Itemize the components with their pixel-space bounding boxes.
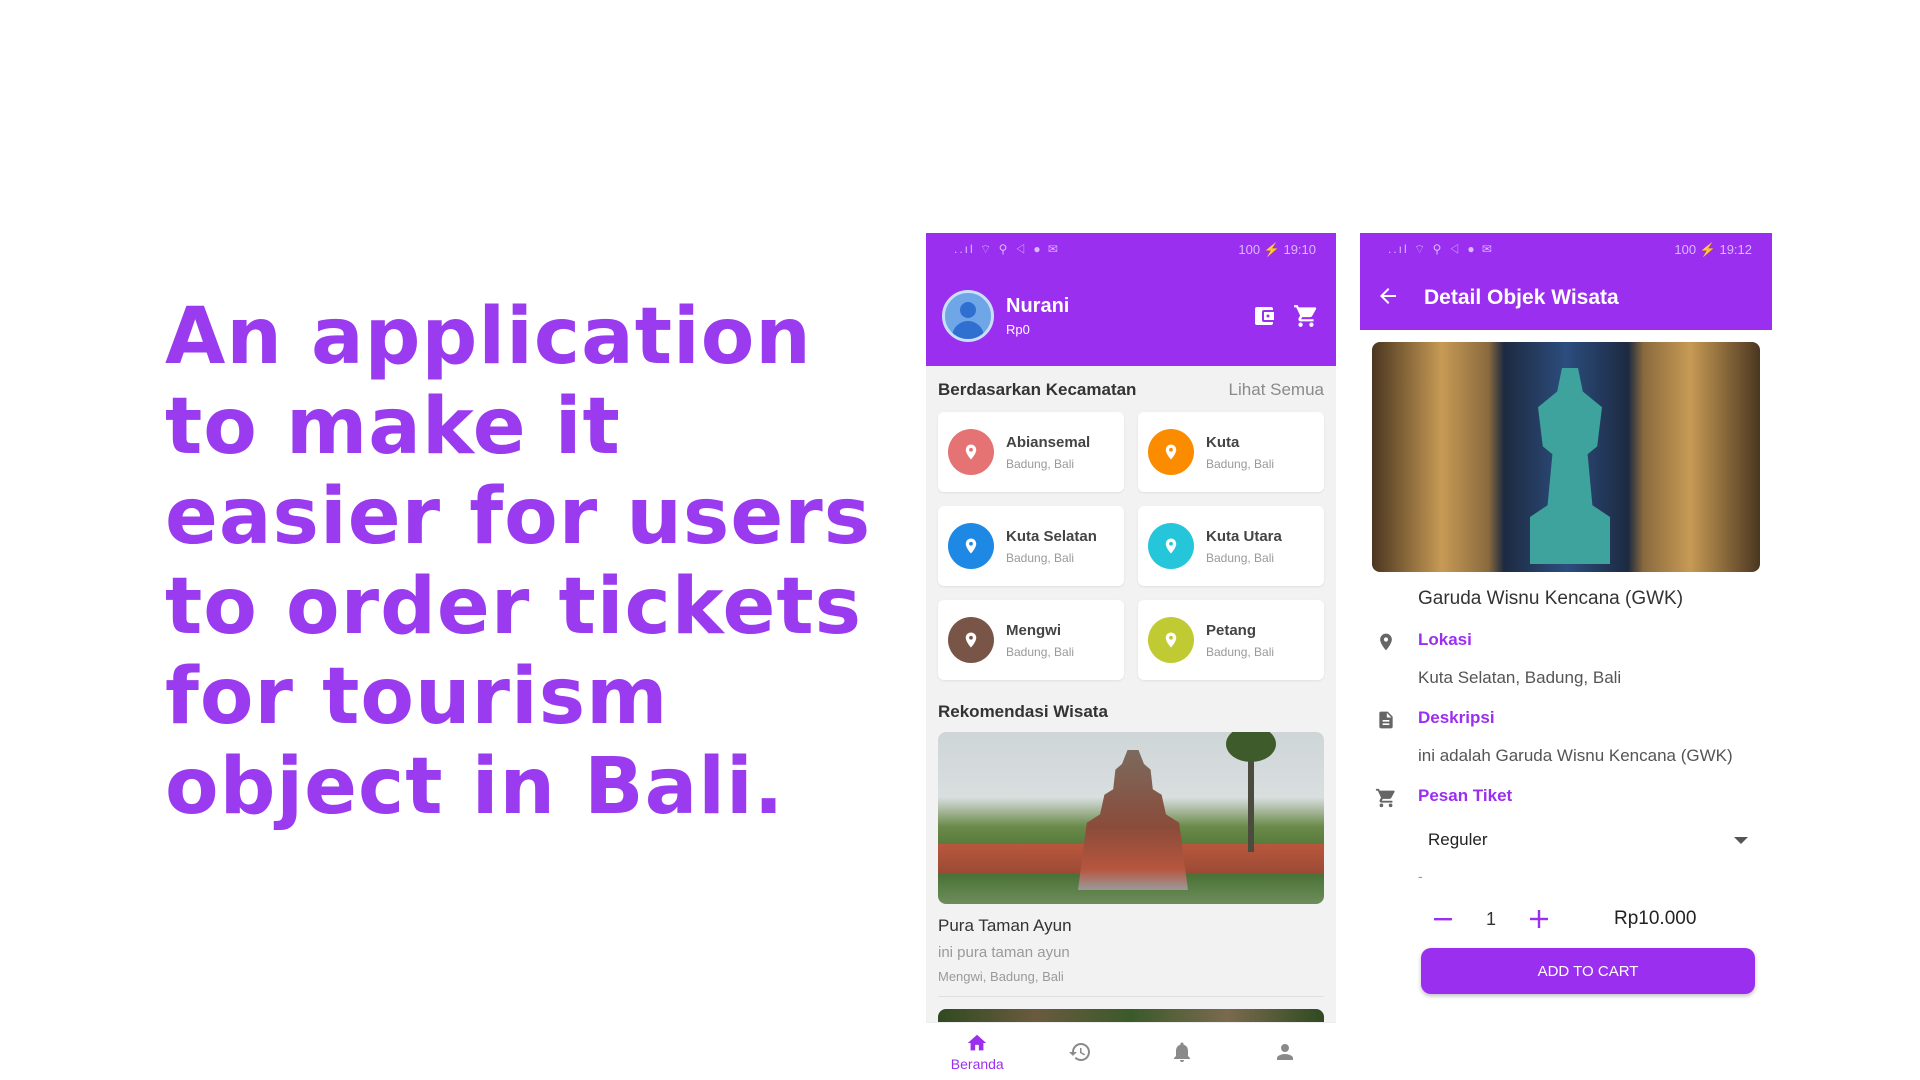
nav-home-label: Beranda (950, 1055, 1004, 1072)
back-arrow-icon[interactable] (1376, 284, 1400, 313)
location-label: Lokasi (1418, 630, 1472, 649)
location-pin-icon (948, 523, 994, 569)
wallet-icon[interactable] (1250, 302, 1278, 330)
recommendation-name[interactable]: Pura Taman Ayun (926, 904, 1336, 936)
district-card-abiansemal[interactable]: Abiansemal Badung, Bali (938, 412, 1124, 492)
location-row: Lokasi Kuta Selatan, Badung, Bali (1360, 610, 1772, 688)
description-value: ini adalah Garuda Wisnu Kencana (GWK) (1418, 746, 1733, 765)
location-pin-icon (1374, 630, 1398, 654)
price-value: Rp10.000 (1614, 908, 1697, 929)
district-region: Badung, Bali (1006, 550, 1075, 565)
location-pin-icon (1148, 523, 1194, 569)
location-pin-icon (948, 429, 994, 475)
home-screen: ..ıl ⌔ ⚲ ◁ ● ✉ 100 ⚡ 19:10 Nurani Rp0 Be… (926, 233, 1336, 1080)
district-card-kuta-selatan[interactable]: Kuta Selatan Badung, Bali (938, 506, 1124, 586)
nav-home[interactable]: Beranda (932, 1032, 1022, 1072)
district-region: Badung, Bali (1206, 456, 1275, 471)
plus-icon[interactable] (1526, 906, 1552, 932)
person-icon (1276, 1043, 1293, 1060)
ticket-type-select[interactable]: Reguler (1428, 830, 1748, 850)
user-balance: Rp0 (1006, 322, 1030, 337)
avatar[interactable] (942, 290, 994, 342)
district-card-kuta-utara[interactable]: Kuta Utara Badung, Bali (1138, 506, 1324, 586)
district-region: Badung, Bali (1206, 550, 1275, 565)
ticket-row: Pesan Tiket (1360, 766, 1772, 810)
ticket-label: Pesan Tiket (1418, 786, 1513, 805)
cart-icon[interactable] (1292, 302, 1320, 330)
nav-notifications[interactable] (1137, 1040, 1227, 1064)
status-icons: ..ıl ⌔ ⚲ ◁ ● ✉ (954, 242, 1060, 256)
district-region: Badung, Bali (1006, 644, 1075, 659)
recommendation-location: Mengwi, Badung, Bali (938, 969, 1064, 984)
place-name: Garuda Wisnu Kencana (GWK) (1418, 588, 1684, 609)
location-value: Kuta Selatan, Badung, Bali (1418, 668, 1622, 687)
nav-profile[interactable] (1240, 1040, 1330, 1064)
cart-icon (1374, 786, 1398, 810)
status-bar: ..ıl ⌔ ⚲ ◁ ● ✉ 100 ⚡ 19:12 (1360, 233, 1772, 266)
status-time: 100 ⚡ 19:12 (1674, 241, 1752, 257)
location-pin-icon (1148, 617, 1194, 663)
description-row: Deskripsi ini adalah Garuda Wisnu Kencan… (1360, 688, 1772, 766)
recommendation-image[interactable] (938, 732, 1324, 904)
bottom-navigation: Beranda (926, 1022, 1336, 1080)
detail-screen: ..ıl ⌔ ⚲ ◁ ● ✉ 100 ⚡ 19:12 Detail Objek … (1360, 233, 1772, 1080)
district-name: Kuta Utara (1206, 527, 1282, 545)
nav-history[interactable] (1035, 1040, 1125, 1064)
district-name: Petang (1206, 621, 1257, 639)
status-time: 100 ⚡ 19:10 (1238, 241, 1316, 257)
place-image (1372, 342, 1760, 572)
quantity-value: 1 (1485, 908, 1496, 929)
district-section-header: Berdasarkan Kecamatan Lihat Semua (926, 366, 1336, 408)
recommendation-description: ini pura taman ayun (938, 944, 1070, 961)
quantity-stepper: 1 Rp10.000 (1360, 884, 1772, 932)
description-label: Deskripsi (1418, 708, 1495, 727)
see-all-link[interactable]: Lihat Semua (1229, 380, 1324, 400)
ticket-type-value: Reguler (1428, 830, 1488, 849)
location-pin-icon (948, 617, 994, 663)
home-icon (968, 1034, 987, 1050)
district-name: Mengwi (1006, 621, 1061, 639)
document-icon (1374, 708, 1398, 732)
headline-text: An application to make it easier for use… (165, 292, 872, 832)
district-name: Abiansemal (1006, 433, 1091, 451)
district-grid: Abiansemal Badung, Bali Kuta Badung, Bal… (926, 408, 1336, 680)
add-to-cart-button[interactable]: ADD TO CART (1421, 948, 1755, 994)
location-pin-icon (1148, 429, 1194, 475)
dropdown-arrow-icon (1734, 830, 1748, 850)
app-bar: Detail Objek Wisata (1360, 266, 1772, 330)
district-region: Badung, Bali (1206, 644, 1275, 659)
status-icons: ..ıl ⌔ ⚲ ◁ ● ✉ (1388, 242, 1494, 256)
user-info: Nurani Rp0 (1006, 295, 1236, 337)
status-bar: ..ıl ⌔ ⚲ ◁ ● ✉ 100 ⚡ 19:10 (926, 233, 1336, 266)
divider (938, 996, 1324, 997)
bell-icon (1174, 1042, 1191, 1062)
district-name: Kuta (1206, 433, 1240, 451)
recommendation-section-title: Rekomendasi Wisata (938, 702, 1108, 721)
district-card-petang[interactable]: Petang Badung, Bali (1138, 600, 1324, 680)
district-region: Badung, Bali (1006, 456, 1075, 471)
page-title: Detail Objek Wisata (1424, 286, 1619, 309)
district-section-title: Berdasarkan Kecamatan (938, 380, 1137, 399)
ticket-note: - (1418, 868, 1423, 884)
district-name: Kuta Selatan (1006, 527, 1097, 545)
district-card-mengwi[interactable]: Mengwi Badung, Bali (938, 600, 1124, 680)
user-name: Nurani (1006, 295, 1070, 317)
home-header: Nurani Rp0 (926, 266, 1336, 366)
history-icon (1068, 1042, 1090, 1061)
district-card-kuta[interactable]: Kuta Badung, Bali (1138, 412, 1324, 492)
minus-icon[interactable] (1430, 906, 1456, 932)
